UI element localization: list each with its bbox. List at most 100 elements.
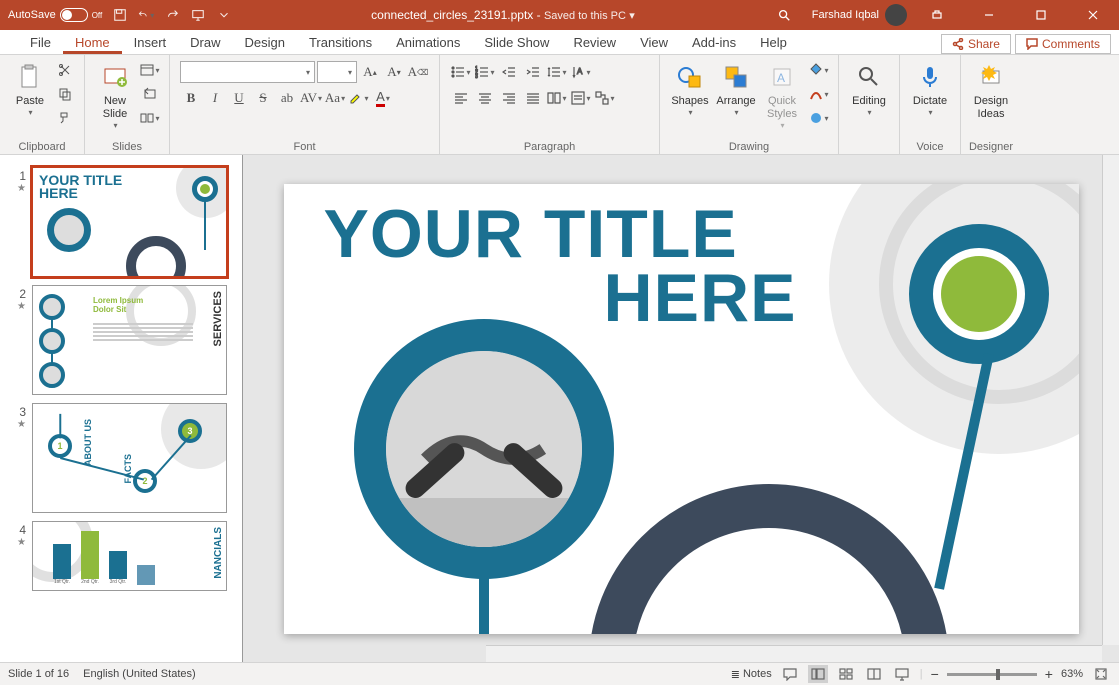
- clear-format-icon[interactable]: A⌫: [407, 61, 429, 83]
- slide-indicator[interactable]: Slide 1 of 16: [8, 668, 69, 680]
- tab-draw[interactable]: Draw: [178, 32, 232, 54]
- tab-insert[interactable]: Insert: [122, 32, 179, 54]
- zoom-out-icon[interactable]: −: [931, 666, 939, 682]
- tab-slideshow[interactable]: Slide Show: [472, 32, 561, 54]
- copy-icon[interactable]: [54, 83, 76, 105]
- smartart-icon[interactable]: ▾: [594, 87, 616, 109]
- tab-file[interactable]: File: [18, 32, 63, 54]
- thumb-preview[interactable]: ABOUT US FACTS 1 2 3: [32, 403, 227, 513]
- justify-icon[interactable]: [522, 87, 544, 109]
- minimize-icon[interactable]: [967, 0, 1011, 30]
- slide-title[interactable]: YOUR TITLE HERE: [324, 202, 797, 331]
- grow-font-icon[interactable]: A▴: [359, 61, 381, 83]
- thumb-preview[interactable]: SERVICES Lorem Ipsum Dolor Sit: [32, 285, 227, 395]
- slide-editor[interactable]: YOUR TITLE HERE: [243, 155, 1119, 662]
- maximize-icon[interactable]: [1019, 0, 1063, 30]
- slide-canvas[interactable]: YOUR TITLE HERE: [284, 184, 1079, 634]
- cut-icon[interactable]: [54, 59, 76, 81]
- close-icon[interactable]: [1071, 0, 1115, 30]
- highlight-icon[interactable]: ▾: [348, 87, 370, 109]
- thumb-preview[interactable]: YOUR TITLEHERE: [32, 167, 227, 277]
- shrink-font-icon[interactable]: A▾: [383, 61, 405, 83]
- font-family-select[interactable]: ▾: [180, 61, 315, 83]
- line-spacing-icon[interactable]: ▾: [546, 61, 568, 83]
- thumb-number: 4: [12, 521, 26, 537]
- tab-view[interactable]: View: [628, 32, 680, 54]
- more-qat-icon[interactable]: [216, 7, 232, 23]
- slide-thumbnails[interactable]: 1★ YOUR TITLEHERE 2★ SERVICES Lorem Ipsu…: [0, 155, 243, 662]
- columns-icon[interactable]: ▾: [546, 87, 568, 109]
- tab-review[interactable]: Review: [561, 32, 628, 54]
- notes-button[interactable]: ≣ Notes: [731, 668, 772, 681]
- comments-button[interactable]: Comments: [1015, 34, 1111, 54]
- indent-right-icon[interactable]: [522, 61, 544, 83]
- present-from-start-icon[interactable]: [190, 7, 206, 23]
- font-color-icon[interactable]: A▾: [372, 87, 394, 109]
- thumb-item[interactable]: 4★ NANCIALS 1st Qtr. 2nd Qtr. 3rd Qtr.: [0, 517, 242, 595]
- design-ideas-button[interactable]: Design Ideas: [969, 59, 1013, 123]
- tab-transitions[interactable]: Transitions: [297, 32, 384, 54]
- save-icon[interactable]: [112, 7, 128, 23]
- indent-left-icon[interactable]: [498, 61, 520, 83]
- redo-icon[interactable]: [164, 7, 180, 23]
- autosave-toggle[interactable]: AutoSave Off: [8, 8, 102, 22]
- tab-design[interactable]: Design: [233, 32, 297, 54]
- shape-effects-icon[interactable]: ▾: [808, 107, 830, 129]
- reading-view-icon[interactable]: [864, 665, 884, 683]
- align-center-icon[interactable]: [474, 87, 496, 109]
- sorter-view-icon[interactable]: [836, 665, 856, 683]
- language-indicator[interactable]: English (United States): [83, 668, 196, 680]
- thumb-item[interactable]: 1★ YOUR TITLEHERE: [0, 163, 242, 281]
- bold-button[interactable]: B: [180, 87, 202, 109]
- ribbon-display-icon[interactable]: [915, 0, 959, 30]
- underline-button[interactable]: U: [228, 87, 250, 109]
- tab-animations[interactable]: Animations: [384, 32, 472, 54]
- quick-styles-button[interactable]: A Quick Styles▾: [760, 59, 804, 133]
- italic-button[interactable]: I: [204, 87, 226, 109]
- align-left-icon[interactable]: [450, 87, 472, 109]
- slideshow-view-icon[interactable]: [892, 665, 912, 683]
- align-text-icon[interactable]: ▾: [570, 87, 592, 109]
- editing-button[interactable]: Editing▾: [847, 59, 891, 120]
- shapes-button[interactable]: Shapes▾: [668, 59, 712, 120]
- tab-home[interactable]: Home: [63, 32, 122, 54]
- thumb-item[interactable]: 3★ ABOUT US FACTS 1 2 3: [0, 399, 242, 517]
- undo-icon[interactable]: ▾: [138, 7, 154, 23]
- vertical-scrollbar[interactable]: [1102, 155, 1119, 645]
- dictate-button[interactable]: Dictate▾: [908, 59, 952, 120]
- group-label-slides: Slides: [89, 141, 165, 154]
- char-spacing-icon[interactable]: AV▾: [300, 87, 322, 109]
- layout-icon[interactable]: ▾: [139, 59, 161, 81]
- thumb-preview[interactable]: NANCIALS 1st Qtr. 2nd Qtr. 3rd Qtr.: [32, 521, 227, 591]
- comments-view-icon[interactable]: [780, 665, 800, 683]
- share-button[interactable]: Share: [941, 34, 1011, 54]
- arrange-button[interactable]: Arrange▾: [714, 59, 758, 120]
- zoom-level[interactable]: 63%: [1061, 668, 1083, 680]
- fit-to-window-icon[interactable]: [1091, 665, 1111, 683]
- font-size-select[interactable]: ▾: [317, 61, 357, 83]
- numbering-icon[interactable]: 123▾: [474, 61, 496, 83]
- normal-view-icon[interactable]: [808, 665, 828, 683]
- section-icon[interactable]: ▾: [139, 107, 161, 129]
- reset-slide-icon[interactable]: [139, 83, 161, 105]
- text-direction-icon[interactable]: A▾: [570, 61, 592, 83]
- search-icon[interactable]: [774, 5, 794, 25]
- paste-button[interactable]: Paste▾: [8, 59, 52, 120]
- tab-addins[interactable]: Add-ins: [680, 32, 748, 54]
- zoom-slider[interactable]: [947, 673, 1037, 676]
- shape-fill-icon[interactable]: ▾: [808, 59, 830, 81]
- shadow-button[interactable]: ab: [276, 87, 298, 109]
- bullets-icon[interactable]: ▾: [450, 61, 472, 83]
- shape-outline-icon[interactable]: ▾: [808, 83, 830, 105]
- thumb-item[interactable]: 2★ SERVICES Lorem Ipsum Dolor Sit: [0, 281, 242, 399]
- align-right-icon[interactable]: [498, 87, 520, 109]
- change-case-icon[interactable]: Aa▾: [324, 87, 346, 109]
- user-account[interactable]: Farshad Iqbal: [812, 4, 907, 26]
- zoom-in-icon[interactable]: +: [1045, 666, 1053, 682]
- tab-help[interactable]: Help: [748, 32, 799, 54]
- ribbon: Paste▾ Clipboard New Slide▾ ▾ ▾ Slides: [0, 55, 1119, 155]
- format-painter-icon[interactable]: [54, 107, 76, 129]
- horizontal-scrollbar[interactable]: [486, 645, 1102, 662]
- strike-button[interactable]: S: [252, 87, 274, 109]
- new-slide-button[interactable]: New Slide▾: [93, 59, 137, 133]
